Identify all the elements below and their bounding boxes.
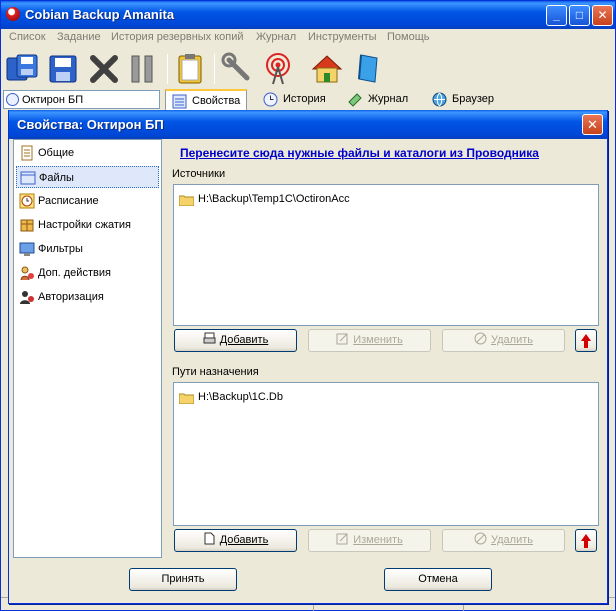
sources-edit-button[interactable]: Изменить: [308, 329, 431, 352]
close-button[interactable]: ✕: [592, 5, 613, 26]
dialog-title-bar: Свойства: Октирон БП ✕: [9, 110, 607, 139]
sources-label: Источники: [172, 168, 226, 180]
edit-icon: [336, 533, 348, 545]
menu-backup-history[interactable]: История резервных копий: [111, 31, 244, 43]
destinations-add-button[interactable]: Добавить: [174, 529, 297, 552]
menu-task[interactable]: Задание: [57, 31, 101, 43]
nav-item-label: Общие: [38, 147, 75, 159]
no-entry-icon: [474, 532, 487, 545]
window-title: Cobian Backup Amanita: [25, 7, 175, 22]
arrow-up-icon: [581, 534, 591, 548]
new-document-icon: [204, 532, 215, 545]
sources-move-up-button[interactable]: [575, 329, 597, 352]
general-icon: [21, 145, 33, 161]
menu-bar: Список Задание История резервных копий Ж…: [1, 29, 615, 47]
book-icon[interactable]: [351, 52, 385, 86]
folder-icon: [179, 393, 194, 404]
clock-icon: [6, 93, 19, 106]
arrow-up-icon: [581, 334, 591, 348]
folder-icon: [179, 195, 194, 206]
antenna-icon[interactable]: [261, 52, 295, 86]
edit-icon: [336, 333, 348, 345]
destination-path: H:\Backup\1C.Db: [198, 391, 283, 403]
nav-item-label: Авторизация: [38, 291, 104, 303]
nav-item-files[interactable]: Файлы: [16, 166, 159, 188]
app-icon: [6, 7, 20, 21]
menu-list[interactable]: Список: [9, 31, 46, 43]
sources-delete-button[interactable]: Удалить: [442, 329, 565, 352]
list-item[interactable]: H:\Backup\1C.Db: [178, 391, 283, 407]
delete-icon[interactable]: [87, 52, 121, 86]
nav-item-authorization[interactable]: Авторизация: [16, 286, 159, 308]
menu-log[interactable]: Журнал: [256, 31, 296, 43]
nav-item-label: Расписание: [38, 195, 99, 207]
nav-item-schedule[interactable]: Расписание: [16, 190, 159, 212]
tab-log-label: Журнал: [368, 93, 409, 105]
menu-help[interactable]: Помощь: [387, 31, 430, 43]
drop-files-link[interactable]: Перенесите сюда нужные файлы и каталоги …: [180, 146, 539, 160]
destinations-edit-button[interactable]: Изменить: [308, 529, 431, 552]
destinations-label: Пути назначения: [172, 366, 259, 378]
home-icon[interactable]: [310, 52, 344, 86]
title-bar: Cobian Backup Amanita _ □ ✕: [1, 1, 615, 29]
nav-item-extra-actions[interactable]: Доп. действия: [16, 262, 159, 284]
toolbar-separator: [214, 54, 215, 84]
list-item[interactable]: H:\Backup\Temp1C\OctironAcc: [178, 193, 350, 209]
browser-globe-icon: [432, 92, 447, 107]
tab-properties-label: Свойства: [192, 95, 241, 107]
backup-all-icon[interactable]: [5, 52, 39, 86]
nav-item-general[interactable]: Общие: [16, 142, 159, 164]
tab-browser[interactable]: Браузер: [426, 89, 500, 111]
destinations-delete-button[interactable]: Удалить: [442, 529, 565, 552]
source-path: H:\Backup\Temp1C\OctironAcc: [198, 193, 350, 205]
extra-actions-icon: [20, 266, 34, 281]
tab-history[interactable]: История: [257, 89, 332, 111]
nav-item-compression[interactable]: Настройки сжатия: [16, 214, 159, 236]
nav-item-filters[interactable]: Фильтры: [16, 238, 159, 260]
save-icon[interactable]: [46, 52, 80, 86]
ok-button[interactable]: Принять: [129, 568, 237, 591]
task-list-value: Октирон БП: [22, 94, 84, 106]
add-printer-icon: [203, 332, 216, 344]
toolbar-separator: [167, 54, 168, 84]
minimize-button[interactable]: _: [546, 5, 567, 26]
tab-history-label: История: [283, 93, 326, 105]
compression-icon: [20, 219, 34, 232]
log-icon: [348, 93, 362, 107]
schedule-icon: [19, 193, 35, 209]
authorization-icon: [20, 291, 34, 304]
cancel-button[interactable]: Отмена: [384, 568, 492, 591]
tab-log[interactable]: Журнал: [342, 89, 414, 111]
nav-item-label: Фильтры: [38, 243, 83, 255]
no-entry-icon: [474, 332, 487, 345]
wrench-icon[interactable]: [221, 52, 255, 86]
properties-dialog: Свойства: Октирон БП ✕ Общие Файлы Распи…: [8, 110, 608, 604]
task-list-field[interactable]: Октирон БП: [3, 90, 160, 109]
tab-properties[interactable]: Свойства: [165, 89, 248, 111]
dialog-title: Свойства: Октирон БП: [17, 117, 164, 132]
toolbar: [1, 48, 615, 90]
filter-icon: [19, 242, 35, 256]
nav-item-label: Доп. действия: [38, 267, 111, 279]
history-clock-icon: [263, 92, 278, 107]
pause-icon[interactable]: [125, 52, 159, 86]
menu-tools[interactable]: Инструменты: [308, 31, 377, 43]
sources-add-button[interactable]: Добавить: [174, 329, 297, 352]
tab-browser-label: Браузер: [452, 93, 494, 105]
properties-icon: [172, 94, 187, 109]
sources-list[interactable]: H:\Backup\Temp1C\OctironAcc: [173, 184, 599, 326]
nav-item-label: Настройки сжатия: [38, 219, 131, 231]
properties-nav-list: Общие Файлы Расписание Настройки сжатия …: [13, 139, 162, 558]
destinations-list[interactable]: H:\Backup\1C.Db: [173, 382, 599, 526]
maximize-button[interactable]: □: [569, 5, 590, 26]
dialog-close-button[interactable]: ✕: [582, 114, 603, 135]
files-icon: [20, 171, 36, 185]
clipboard-icon[interactable]: [173, 52, 207, 86]
destinations-move-up-button[interactable]: [575, 529, 597, 552]
nav-item-label: Файлы: [39, 172, 74, 184]
